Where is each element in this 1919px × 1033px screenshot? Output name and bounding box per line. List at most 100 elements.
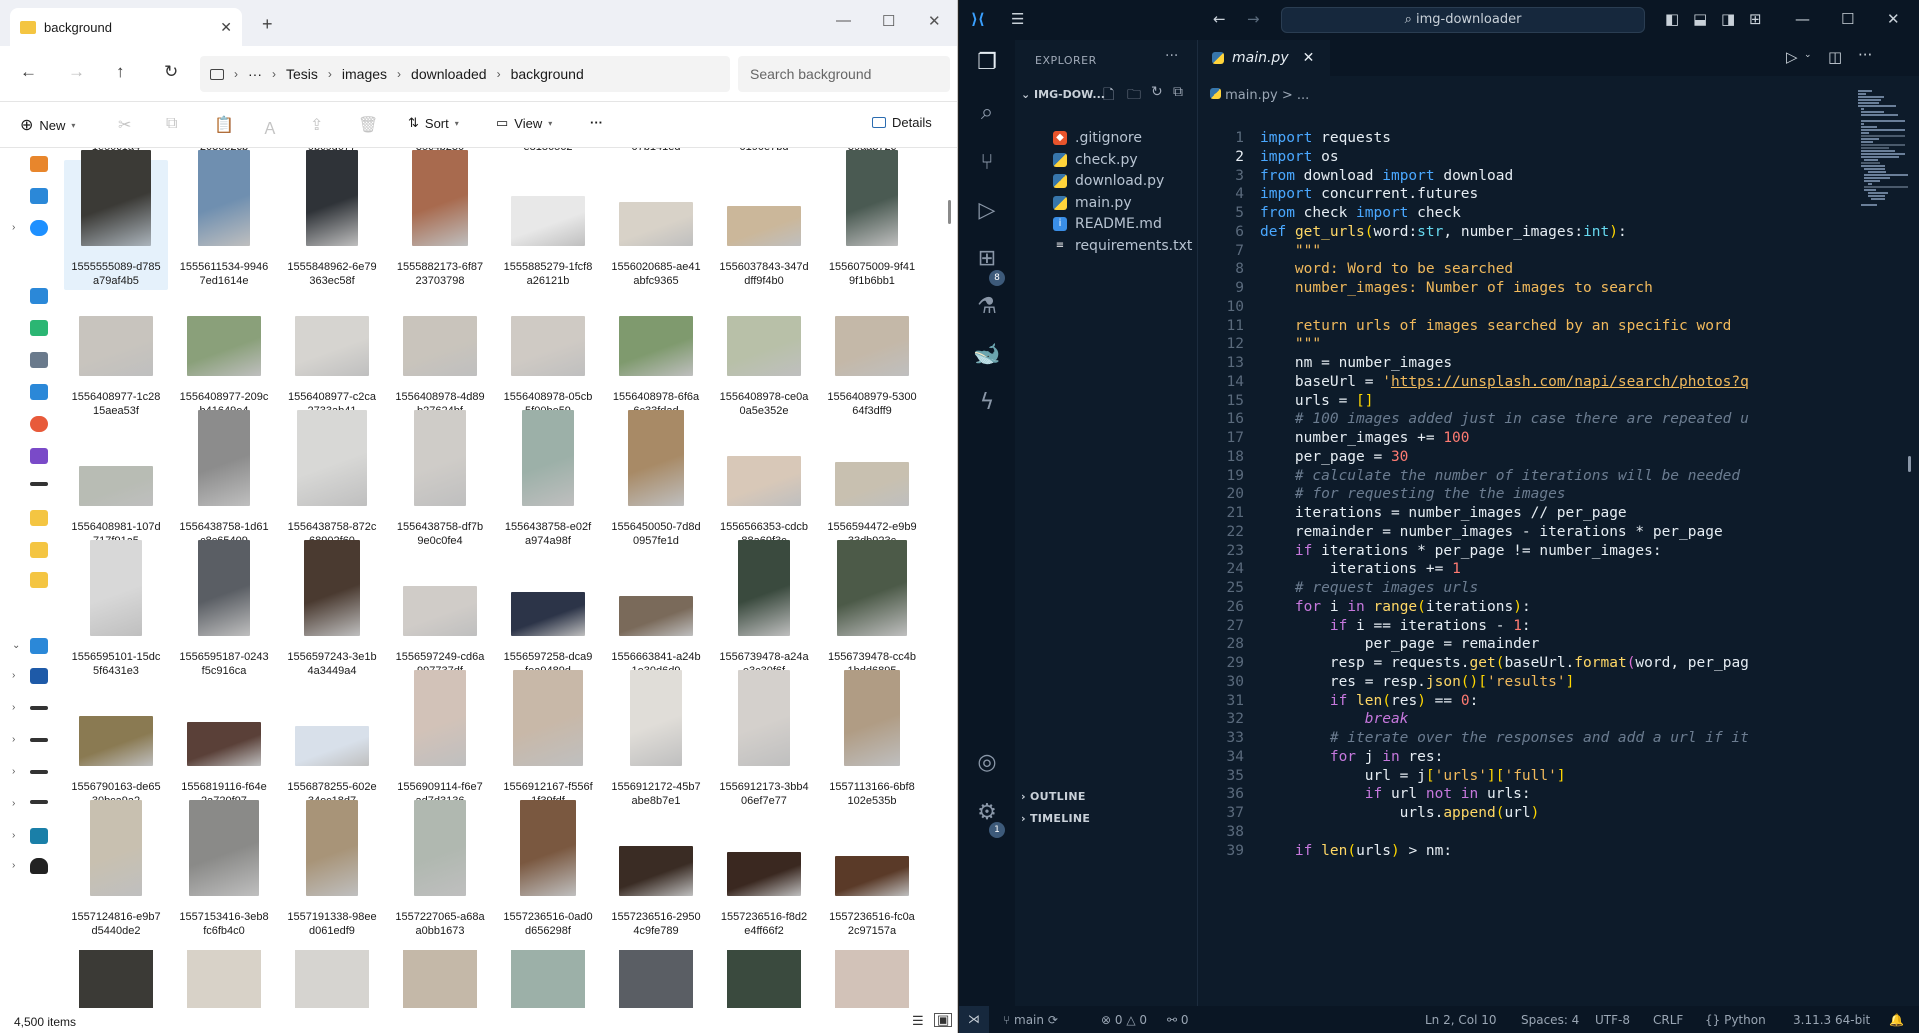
- interpreter-status[interactable]: 3.11.3 64-bit: [1793, 1013, 1870, 1027]
- toggle-primary-sidebar-icon[interactable]: ◧: [1665, 10, 1679, 28]
- close-tab-icon[interactable]: ✕: [220, 19, 232, 36]
- customize-layout-icon[interactable]: ⊞: [1749, 10, 1762, 28]
- rename-icon[interactable]: Ａ: [262, 115, 278, 139]
- file-thumbnail-item[interactable]: 1556450050-7d8d 0957fe1d: [604, 410, 708, 550]
- maximize-icon[interactable]: ☐: [1841, 10, 1854, 28]
- file-thumbnail-item[interactable]: 1556595187-0243 f5c916ca: [172, 540, 276, 680]
- new-tab-button[interactable]: +: [262, 14, 273, 35]
- minimap[interactable]: [1858, 90, 1910, 230]
- file-thumbnail-item[interactable]: 1557124816-e9b7 d5440de2: [64, 800, 168, 940]
- menu-icon[interactable]: ☰: [1011, 10, 1024, 28]
- chevron-down-icon[interactable]: ⌄: [1804, 50, 1812, 60]
- chevron-right-icon[interactable]: ›: [12, 798, 15, 809]
- branch-status[interactable]: ⑂ main ⟳: [1003, 1013, 1058, 1027]
- sort-button[interactable]: ⇅ Sort ▾: [408, 115, 459, 131]
- image-thumbnail-partial[interactable]: [187, 950, 261, 1008]
- onedrive-icon[interactable]: [30, 220, 48, 236]
- file-thumbnail-item[interactable]: 1557191338-98ee d061edf9: [280, 800, 384, 940]
- file-thumbnail-item[interactable]: 1556438758-e02f a974a98f: [496, 410, 600, 550]
- file-thumbnail-item[interactable]: 1556408979-5300 64f3dff9: [820, 290, 924, 420]
- file-thumbnail-item[interactable]: 1556912172-45b7 abe8b7e1: [604, 670, 708, 810]
- view-button[interactable]: ▭ View ▾: [496, 115, 552, 131]
- file-thumbnail-item[interactable]: 1556438758-1d61c8c65409: [172, 410, 276, 550]
- drive-icon[interactable]: [30, 800, 48, 804]
- minimize-icon[interactable]: —: [1795, 10, 1810, 28]
- file-thumbnail-item[interactable]: 1556408981-107d717f91a5: [64, 420, 168, 550]
- image-thumbnail-partial[interactable]: [511, 950, 585, 1008]
- file-thumbnail-item[interactable]: 1556663841-a24b1e30d6d9: [604, 550, 708, 680]
- timeline-panel-header[interactable]: › TIMELINE: [1021, 812, 1090, 825]
- file-thumbnail-item[interactable]: 1556597243-3e1b 4a3449a4: [280, 540, 384, 680]
- file-thumbnail-item[interactable]: 1557227065-a68a a0bb1673: [388, 800, 492, 940]
- cursor-position[interactable]: Ln 2, Col 10: [1425, 1013, 1497, 1027]
- close-tab-icon[interactable]: ✕: [1303, 50, 1315, 66]
- more-options-button[interactable]: ···: [590, 115, 603, 130]
- chevron-down-icon[interactable]: ⌄: [12, 640, 20, 651]
- file-thumbnail-item[interactable]: 1556408978-ce0a 0a5e352e: [712, 290, 816, 420]
- file-thumbnail-item[interactable]: 1556408978-05cb5f00be59: [496, 290, 600, 420]
- copy-icon[interactable]: ⧉: [166, 115, 177, 133]
- file-thumbnail-item[interactable]: 1555848962-6e79 363ec58f: [280, 150, 384, 290]
- file-thumbnail-item[interactable]: 1556819116-f64e2a720f97: [172, 680, 276, 810]
- indentation-status[interactable]: Spaces: 4: [1521, 1013, 1579, 1027]
- maximize-icon[interactable]: ☐: [882, 12, 895, 30]
- collapse-all-icon[interactable]: ⧉: [1173, 84, 1183, 100]
- toggle-secondary-sidebar-icon[interactable]: ◨: [1721, 10, 1735, 28]
- music-icon[interactable]: [30, 416, 48, 432]
- breadcrumb-item[interactable]: Tesis: [286, 66, 318, 82]
- home-icon[interactable]: [30, 156, 48, 172]
- file-thumbnail-item[interactable]: 1556912167-f556f1f39fdf: [496, 670, 600, 810]
- breadcrumb-more[interactable]: ···: [248, 66, 262, 82]
- file-thumbnail-item[interactable]: 1557153416-3eb8 fc6fb4c0: [172, 800, 276, 940]
- file-thumbnail-item[interactable]: 1556408977-1c28 15aea53f: [64, 290, 168, 420]
- notifications-bell-icon[interactable]: 🔔: [1889, 1013, 1904, 1027]
- image-thumbnail-partial[interactable]: [79, 950, 153, 1008]
- drive-icon[interactable]: [30, 668, 48, 684]
- file-tree-item[interactable]: i README.md: [1053, 216, 1162, 232]
- file-tree-item[interactable]: ◆ .gitignore: [1053, 130, 1142, 146]
- file-thumbnail-item[interactable]: 1556408977-c2ca2733ab41: [280, 290, 384, 420]
- videos-icon[interactable]: [30, 448, 48, 464]
- run-debug-icon[interactable]: ▷: [973, 198, 1001, 226]
- back-arrow-icon[interactable]: ←: [1213, 10, 1226, 28]
- gallery-icon[interactable]: [30, 188, 48, 204]
- explorer-tab[interactable]: background ✕: [10, 8, 242, 46]
- chevron-right-icon[interactable]: ›: [12, 670, 15, 681]
- drive-icon[interactable]: [30, 482, 48, 486]
- explorer-files-icon[interactable]: ❐: [973, 50, 1001, 78]
- drive-icon[interactable]: [30, 706, 48, 710]
- split-editor-icon[interactable]: ◫: [1828, 48, 1842, 66]
- run-python-icon[interactable]: ▷: [1786, 48, 1798, 66]
- this-pc-icon[interactable]: [30, 638, 48, 654]
- file-thumbnail-item[interactable]: 1557236516-2950 4c9fe789: [604, 810, 708, 940]
- more-actions-icon[interactable]: ···: [1165, 48, 1178, 64]
- file-thumbnail-item[interactable]: 1555611534-9946 7ed1614e: [172, 150, 276, 290]
- language-status[interactable]: {} Python: [1705, 1013, 1766, 1027]
- file-thumbnail-item[interactable]: 1556739478-cc4b1bdd6895: [820, 540, 924, 680]
- file-tree-item[interactable]: download.py: [1053, 173, 1164, 189]
- command-center[interactable]: ⌕ img-downloader: [1281, 7, 1645, 33]
- thumbnail-view-icon[interactable]: ▣: [934, 1013, 953, 1027]
- file-thumbnail-item[interactable]: 1556438758-872c68902f60: [280, 410, 384, 550]
- file-tree-item[interactable]: main.py: [1053, 195, 1132, 211]
- forward-arrow-icon[interactable]: →: [68, 62, 85, 82]
- file-tree-item[interactable]: ≡ requirements.txt: [1053, 238, 1193, 254]
- linux-icon[interactable]: [30, 858, 48, 874]
- eol-status[interactable]: CRLF: [1653, 1013, 1683, 1027]
- file-thumbnail-item[interactable]: 1556597258-dca9fea9489d: [496, 550, 600, 680]
- file-tree-item[interactable]: check.py: [1053, 152, 1138, 168]
- details-button[interactable]: Details: [872, 115, 932, 130]
- search-input[interactable]: Search background: [738, 56, 950, 92]
- network-icon[interactable]: [30, 828, 48, 844]
- testing-icon[interactable]: ⚗: [973, 294, 1001, 322]
- details-view-icon[interactable]: ☰: [912, 1013, 924, 1029]
- outline-panel-header[interactable]: › OUTLINE: [1021, 790, 1086, 803]
- file-thumbnail-item[interactable]: 1556037843-347d dff9f4b0: [712, 160, 816, 290]
- scrollbar-thumb[interactable]: [1908, 456, 1911, 472]
- editor-scrollbar[interactable]: [1906, 80, 1916, 1000]
- file-thumbnail-item[interactable]: 1556075009-9f41 9f1b6bb1: [820, 150, 924, 290]
- image-thumbnail-partial[interactable]: [403, 950, 477, 1008]
- pictures-icon[interactable]: [30, 384, 48, 400]
- image-thumbnail-partial[interactable]: [835, 950, 909, 1008]
- folder-icon[interactable]: [30, 572, 48, 588]
